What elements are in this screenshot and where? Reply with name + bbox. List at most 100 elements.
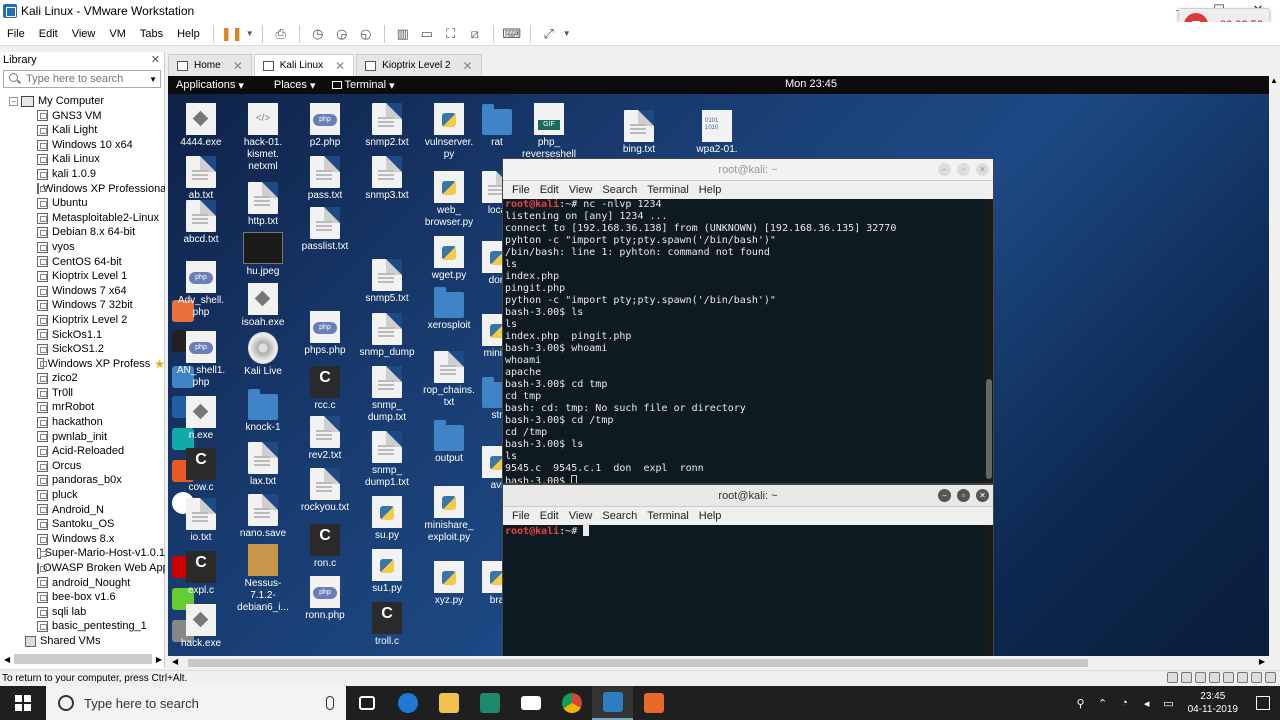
vm-vertical-scrollbar[interactable]: ▲ <box>1269 76 1280 656</box>
stretch-dropdown-icon[interactable]: ▼ <box>562 25 572 43</box>
tree-root-my-computer[interactable]: − My Computer <box>0 94 165 109</box>
tree-item-vm[interactable]: Metasploitable2-Linux <box>0 211 165 226</box>
unity-icon[interactable]: ⧄ <box>464 25 486 43</box>
people-icon[interactable]: ⚲ <box>1072 697 1090 710</box>
desktop-icon[interactable]: hack.exe <box>172 604 230 650</box>
tree-item-vm[interactable]: bee-box v1.6 <box>0 590 165 605</box>
desktop-icon[interactable]: snmp5.txt <box>358 259 416 305</box>
volume-icon[interactable]: ◂ <box>1138 697 1156 710</box>
desktop-icon[interactable]: troll.c <box>358 602 416 648</box>
desktop-icon[interactable]: snmp2.txt <box>358 103 416 149</box>
minimize-icon[interactable]: – <box>938 489 951 502</box>
snapshot-icon[interactable]: ◷ <box>307 25 329 43</box>
task-view-button[interactable] <box>346 686 387 720</box>
terminal-menu-item[interactable]: Help <box>694 510 727 522</box>
desktop-icon[interactable]: 4444.exe <box>172 103 230 149</box>
close-icon[interactable]: ✕ <box>976 489 989 502</box>
show-library-icon[interactable]: ▥ <box>392 25 414 43</box>
tree-item-vm[interactable]: Orcus <box>0 459 165 474</box>
close-tab-icon[interactable]: ✕ <box>335 59 345 73</box>
desktop-icon[interactable]: phps.php <box>296 311 354 357</box>
tree-item-vm[interactable]: basic_pentesting_1 <box>0 619 165 634</box>
wifi-icon[interactable]: ◔ <box>1116 697 1134 709</box>
desktop-icon[interactable]: Adv_shell. php <box>172 261 230 319</box>
network-icon[interactable] <box>1195 672 1206 683</box>
tree-item-vm[interactable]: CentOS 64-bit <box>0 255 165 270</box>
chevron-up-icon[interactable]: ⌃ <box>1094 697 1112 710</box>
applications-menu[interactable]: Applications ▾ <box>168 79 252 92</box>
desktop-icon[interactable]: n.exe <box>172 396 230 442</box>
tree-item-vm[interactable]: android_Nought <box>0 576 165 591</box>
maximize-icon[interactable]: ▫ <box>957 489 970 502</box>
tree-item-vm[interactable]: Acid-Reloaded <box>0 444 165 459</box>
terminal-menu-item[interactable]: File <box>507 510 535 522</box>
desktop-icon[interactable]: AN_shell1. php <box>172 331 230 389</box>
tree-item-vm[interactable]: Kioptrix Level 2 <box>0 313 165 328</box>
display-icon[interactable] <box>1251 672 1262 683</box>
scroll-thumb[interactable] <box>14 654 152 664</box>
tree-item-vm[interactable]: mrRobot <box>0 400 165 415</box>
menu-help[interactable]: Help <box>170 28 207 40</box>
tree-item-vm[interactable]: Santoku_OS <box>0 517 165 532</box>
desktop-icon[interactable]: rev2.txt <box>296 416 354 462</box>
vmware-button[interactable] <box>592 686 633 720</box>
desktop-icon[interactable]: bing.txt <box>610 110 668 156</box>
close-tab-icon[interactable]: ✕ <box>233 59 243 73</box>
desktop-icon[interactable]: snmp3.txt <box>358 156 416 202</box>
desktop-icon[interactable]: hu.jpeg <box>234 232 292 278</box>
tree-item-vm[interactable]: Windows 7 x64 <box>0 284 165 299</box>
desktop-icon[interactable]: Nessus- 7.1.2- debian6_i... <box>234 544 292 614</box>
pause-icon[interactable]: ❚❚ <box>221 25 243 43</box>
desktop-icon[interactable]: minishare_ exploit.py <box>420 486 478 544</box>
desktop-icon[interactable]: cow.c <box>172 448 230 494</box>
edge-button[interactable] <box>387 686 428 720</box>
tree-item-vm[interactable]: SickOS1.2 <box>0 342 165 357</box>
hdd-icon[interactable] <box>1167 672 1178 683</box>
chevron-down-icon[interactable]: ▼ <box>149 75 157 84</box>
desktop-icon[interactable]: http.txt <box>234 182 292 228</box>
tab-kioptrix-level-2[interactable]: Kioptrix Level 2 ✕ <box>356 54 482 76</box>
tree-item-vm[interactable]: Ubuntu <box>0 196 165 211</box>
file-explorer-button[interactable] <box>428 686 469 720</box>
mail-button[interactable] <box>510 686 551 720</box>
send-ctrl-alt-del-icon[interactable]: ⎙ <box>270 25 292 43</box>
terminal-menu-item[interactable]: View <box>564 510 598 522</box>
desktop-icon[interactable]: p2.php <box>296 103 354 149</box>
places-menu[interactable]: Places ▾ <box>266 79 324 92</box>
close-library-icon[interactable]: ✕ <box>151 53 160 66</box>
cd-icon[interactable] <box>1181 672 1192 683</box>
menu-view[interactable]: View <box>65 28 103 40</box>
desktop-icon[interactable]: knock-1 <box>234 388 292 434</box>
terminal-menu-item[interactable]: Edit <box>535 510 564 522</box>
tree-item-vm[interactable]: sqli lab <box>0 605 165 620</box>
vm-display[interactable]: Applications ▾ Places ▾ Terminal ▾ Mon 2… <box>168 76 1269 656</box>
desktop-icon[interactable]: passlist.txt <box>296 207 354 253</box>
terminal-menu-item[interactable]: Help <box>694 184 727 196</box>
desktop-icon[interactable]: rockyou.txt <box>296 468 354 514</box>
close-icon[interactable]: ✕ <box>976 163 989 176</box>
tree-item-vm[interactable]: hackathon <box>0 415 165 430</box>
tree-item-vm[interactable]: pwnlab_init <box>0 430 165 445</box>
desktop-icon[interactable]: snmp_ dump.txt <box>358 366 416 424</box>
tab-home[interactable]: Home ✕ <box>168 54 252 76</box>
desktop-icon[interactable]: ab.txt <box>172 156 230 202</box>
microphone-icon[interactable] <box>326 696 334 710</box>
library-search[interactable]: ▼ <box>3 70 161 88</box>
tree-item-vm[interactable]: Kali Light <box>0 123 165 138</box>
collapse-icon[interactable]: − <box>9 96 18 106</box>
desktop-icon[interactable]: rat <box>468 103 526 149</box>
message-icon[interactable] <box>1265 672 1276 683</box>
library-scrollbar[interactable]: ◀ ▶ <box>4 652 162 666</box>
minimize-icon[interactable]: – <box>938 163 951 176</box>
terminal-window-2[interactable]: root@kali: ~ – ▫ ✕ File Edit View Search Termi… <box>502 484 994 656</box>
desktop-icon[interactable]: nano.save <box>234 494 292 540</box>
terminal-menu-item[interactable]: Search <box>597 184 642 196</box>
tree-item-vm[interactable]: kali 1.0.9 <box>0 167 165 182</box>
tree-item-vm[interactable]: Windows 7 32bit <box>0 298 165 313</box>
desktop-icon[interactable]: php_ reverseshell <box>520 103 578 161</box>
tree-item-vm[interactable]: Super-Mario-Host-v1.0.1 <box>0 546 165 561</box>
full-screen-icon[interactable]: ⛶ <box>440 25 462 43</box>
tree-item-vm[interactable]: OWASP Broken Web Apps <box>0 561 165 576</box>
desktop-icon[interactable]: ronn.php <box>296 576 354 622</box>
terminal-menu-item[interactable]: View <box>564 184 598 196</box>
